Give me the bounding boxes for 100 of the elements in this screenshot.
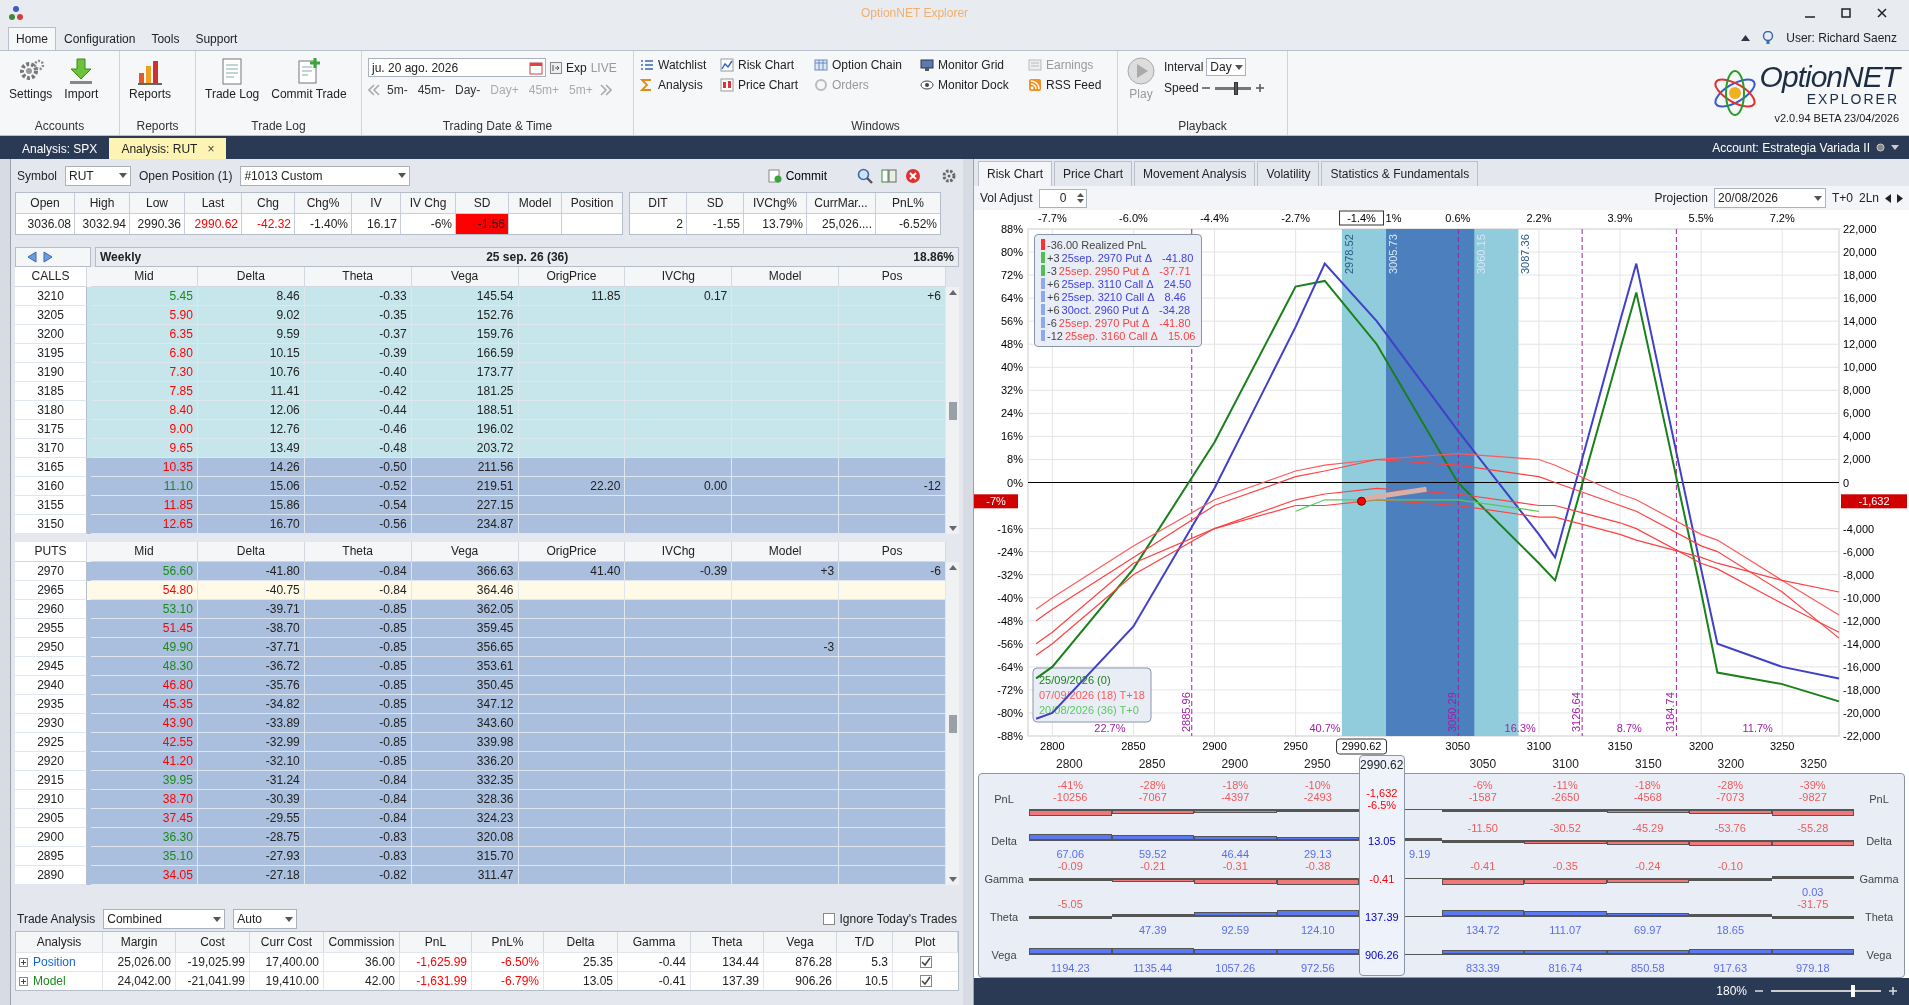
table-row[interactable]: 2960 53.10 -39.71 -0.85 362.05 bbox=[15, 600, 946, 619]
chart-tab[interactable]: Price Chart bbox=[1054, 161, 1133, 187]
table-row[interactable]: 2955 51.45 -38.70 -0.85 359.45 bbox=[15, 619, 946, 638]
window-button[interactable]: RSS Feed bbox=[1028, 78, 1110, 92]
table-row[interactable]: 3205 5.90 9.02 -0.35 152.76 bbox=[15, 306, 946, 325]
window-button[interactable]: Monitor Grid bbox=[920, 58, 1028, 72]
expand-icon[interactable] bbox=[19, 957, 28, 967]
window-button[interactable]: Watchlist bbox=[640, 58, 720, 72]
table-row[interactable]: 3185 7.85 11.41 -0.42 181.25 bbox=[15, 382, 946, 401]
chart-tab[interactable]: Volatility bbox=[1257, 161, 1320, 187]
plot-checkbox[interactable] bbox=[919, 975, 932, 987]
settings-icon[interactable] bbox=[941, 167, 957, 184]
table-row[interactable]: 3160 11.10 15.06 -0.52 219.51 22.20 0.00 -12 bbox=[15, 477, 946, 496]
table-row[interactable]: 3210 5.45 8.46 -0.33 145.54 11.85 0.17 +6 bbox=[15, 287, 946, 306]
table-row[interactable]: 2925 42.55 -32.99 -0.85 339.98 bbox=[15, 733, 946, 752]
up-arrow-icon[interactable] bbox=[948, 565, 957, 570]
chart-tab[interactable]: Risk Chart bbox=[978, 161, 1052, 187]
table-row[interactable]: 3165 10.35 14.26 -0.50 211.56 bbox=[15, 458, 946, 477]
split-view-icon[interactable] bbox=[881, 167, 897, 184]
scroll-thumb[interactable] bbox=[948, 401, 957, 420]
step-button[interactable]: Day- bbox=[452, 83, 484, 97]
chart-tab[interactable]: Movement Analysis bbox=[1134, 161, 1256, 187]
table-row[interactable]: 2945 48.30 -36.72 -0.85 353.61 bbox=[15, 657, 946, 676]
slider-thumb[interactable] bbox=[1233, 81, 1238, 95]
log-button[interactable]: Trade Log bbox=[202, 55, 263, 103]
table-row[interactable]: 2905 37.45 -29.55 -0.84 324.23 bbox=[15, 809, 946, 828]
slider-thumb[interactable] bbox=[1850, 985, 1855, 998]
table-row[interactable]: 3150 12.65 16.70 -0.56 234.87 bbox=[15, 515, 946, 534]
scroll-thumb[interactable] bbox=[948, 714, 957, 733]
document-tab[interactable]: Analysis: RUT × bbox=[109, 138, 227, 159]
settings-button[interactable]: Settings bbox=[6, 55, 56, 103]
table-row[interactable]: 3195 6.80 10.15 -0.39 166.59 bbox=[15, 344, 946, 363]
table-row[interactable]: 2915 39.95 -31.24 -0.84 332.35 bbox=[15, 771, 946, 790]
vol-adjust-field[interactable]: 0 bbox=[1038, 188, 1087, 208]
scrollbar[interactable] bbox=[946, 287, 959, 534]
window-button[interactable]: Option Chain bbox=[814, 58, 920, 72]
right-arrow-icon[interactable] bbox=[1897, 193, 1903, 203]
table-row[interactable]: 2935 45.35 -34.82 -0.85 347.12 bbox=[15, 695, 946, 714]
exp-label[interactable]: Exp bbox=[566, 60, 587, 75]
table-row[interactable]: 3180 8.40 12.06 -0.44 188.51 bbox=[15, 401, 946, 420]
interval-dropdown[interactable]: Day bbox=[1206, 58, 1247, 76]
menu-tab[interactable]: Support bbox=[187, 27, 246, 50]
position-dropdown[interactable]: #1013 Custom bbox=[240, 165, 411, 186]
window-button[interactable]: Price Chart bbox=[720, 78, 814, 92]
plot-checkbox[interactable] bbox=[919, 956, 932, 968]
reports-button[interactable]: Reports bbox=[126, 55, 175, 103]
table-row[interactable]: 2965 54.80 -40.75 -0.84 364.46 bbox=[15, 581, 946, 600]
menu-tab[interactable]: Home bbox=[8, 27, 56, 50]
close-tab-button[interactable]: × bbox=[207, 141, 215, 156]
table-row[interactable]: 3200 6.35 9.59 -0.37 159.76 bbox=[15, 325, 946, 344]
collapse-icon[interactable] bbox=[1741, 35, 1751, 41]
value-label: 9.19 bbox=[1409, 847, 1431, 860]
minus-icon[interactable] bbox=[1201, 84, 1210, 92]
date-field[interactable]: ju. 20 ago. 2026 bbox=[368, 58, 546, 77]
menu-tab[interactable]: Tools bbox=[143, 27, 188, 50]
price-trail bbox=[1365, 486, 1427, 501]
left-arrow-icon[interactable] bbox=[1885, 193, 1891, 203]
table-row[interactable]: 2890 34.05 -27.18 -0.82 311.47 bbox=[15, 866, 946, 885]
menu-tab[interactable]: Configuration bbox=[56, 27, 144, 50]
value-label: 979.18 bbox=[1795, 961, 1830, 974]
table-row[interactable]: 2895 35.10 -27.93 -0.83 315.70 bbox=[15, 847, 946, 866]
scrollbar[interactable] bbox=[946, 562, 959, 885]
table-row[interactable]: 2950 49.90 -37.71 -0.85 356.65 -3 bbox=[15, 638, 946, 657]
up-arrow-icon[interactable] bbox=[948, 290, 957, 295]
down-arrow-icon[interactable] bbox=[948, 877, 957, 882]
table-row[interactable]: 2940 46.80 -35.76 -0.85 350.45 bbox=[15, 676, 946, 695]
table-row[interactable]: 2970 56.60 -41.80 -0.84 366.63 41.40 -0.39 +3 -6 bbox=[15, 562, 946, 581]
ignore-trades-checkbox[interactable]: Ignore Today's Trades bbox=[822, 912, 957, 926]
import-button[interactable]: Import bbox=[61, 55, 102, 103]
mode-dropdown[interactable]: Combined bbox=[103, 909, 226, 929]
table-row[interactable]: 3175 9.00 12.76 -0.46 196.02 bbox=[15, 420, 946, 439]
contract-label: 25sep. 3160 Call Δ bbox=[1064, 329, 1158, 342]
table-row[interactable]: 2920 41.20 -32.10 -0.85 336.20 bbox=[15, 752, 946, 771]
table-row[interactable]: 2930 43.90 -33.89 -0.85 343.60 bbox=[15, 714, 946, 733]
spinner-icon[interactable] bbox=[1076, 192, 1084, 204]
expand-icon[interactable] bbox=[19, 976, 28, 986]
close-icon[interactable] bbox=[1877, 8, 1887, 18]
window-button[interactable]: Risk Chart bbox=[720, 58, 814, 72]
search-icon[interactable] bbox=[857, 167, 873, 184]
step-button[interactable]: 45m- bbox=[414, 83, 448, 97]
caret-icon[interactable] bbox=[1891, 145, 1899, 150]
chart-tab[interactable]: Statistics & Fundamentals bbox=[1321, 161, 1479, 187]
window-button[interactable]: Monitor Dock bbox=[920, 78, 1028, 92]
table-row[interactable]: 2900 36.30 -28.75 -0.83 320.08 bbox=[15, 828, 946, 847]
scale-dropdown[interactable]: Auto bbox=[233, 909, 298, 929]
document-tab[interactable]: Analysis: SPX bbox=[10, 138, 110, 159]
table-row[interactable]: 3190 7.30 10.76 -0.40 173.77 bbox=[15, 363, 946, 382]
symbol-dropdown[interactable]: RUT bbox=[65, 165, 131, 186]
help-icon[interactable] bbox=[1762, 31, 1775, 45]
table-row[interactable]: 3155 11.85 15.86 -0.54 227.15 bbox=[15, 496, 946, 515]
table-row[interactable]: 3170 9.65 13.49 -0.48 203.72 bbox=[15, 439, 946, 458]
table-row[interactable]: 2910 38.70 -30.39 -0.84 328.36 bbox=[15, 790, 946, 809]
commit-button[interactable]: Commit bbox=[761, 167, 833, 184]
maximize-icon[interactable] bbox=[1841, 8, 1851, 18]
window-button[interactable]: Analysis bbox=[640, 78, 720, 92]
down-arrow-icon[interactable] bbox=[948, 526, 957, 531]
commit-trade-button[interactable]: Commit Trade bbox=[268, 55, 350, 103]
plus-icon[interactable] bbox=[1255, 84, 1264, 92]
step-button[interactable]: 5m- bbox=[384, 83, 411, 97]
projection-date-field[interactable]: 20/08/2026 bbox=[1713, 188, 1826, 208]
